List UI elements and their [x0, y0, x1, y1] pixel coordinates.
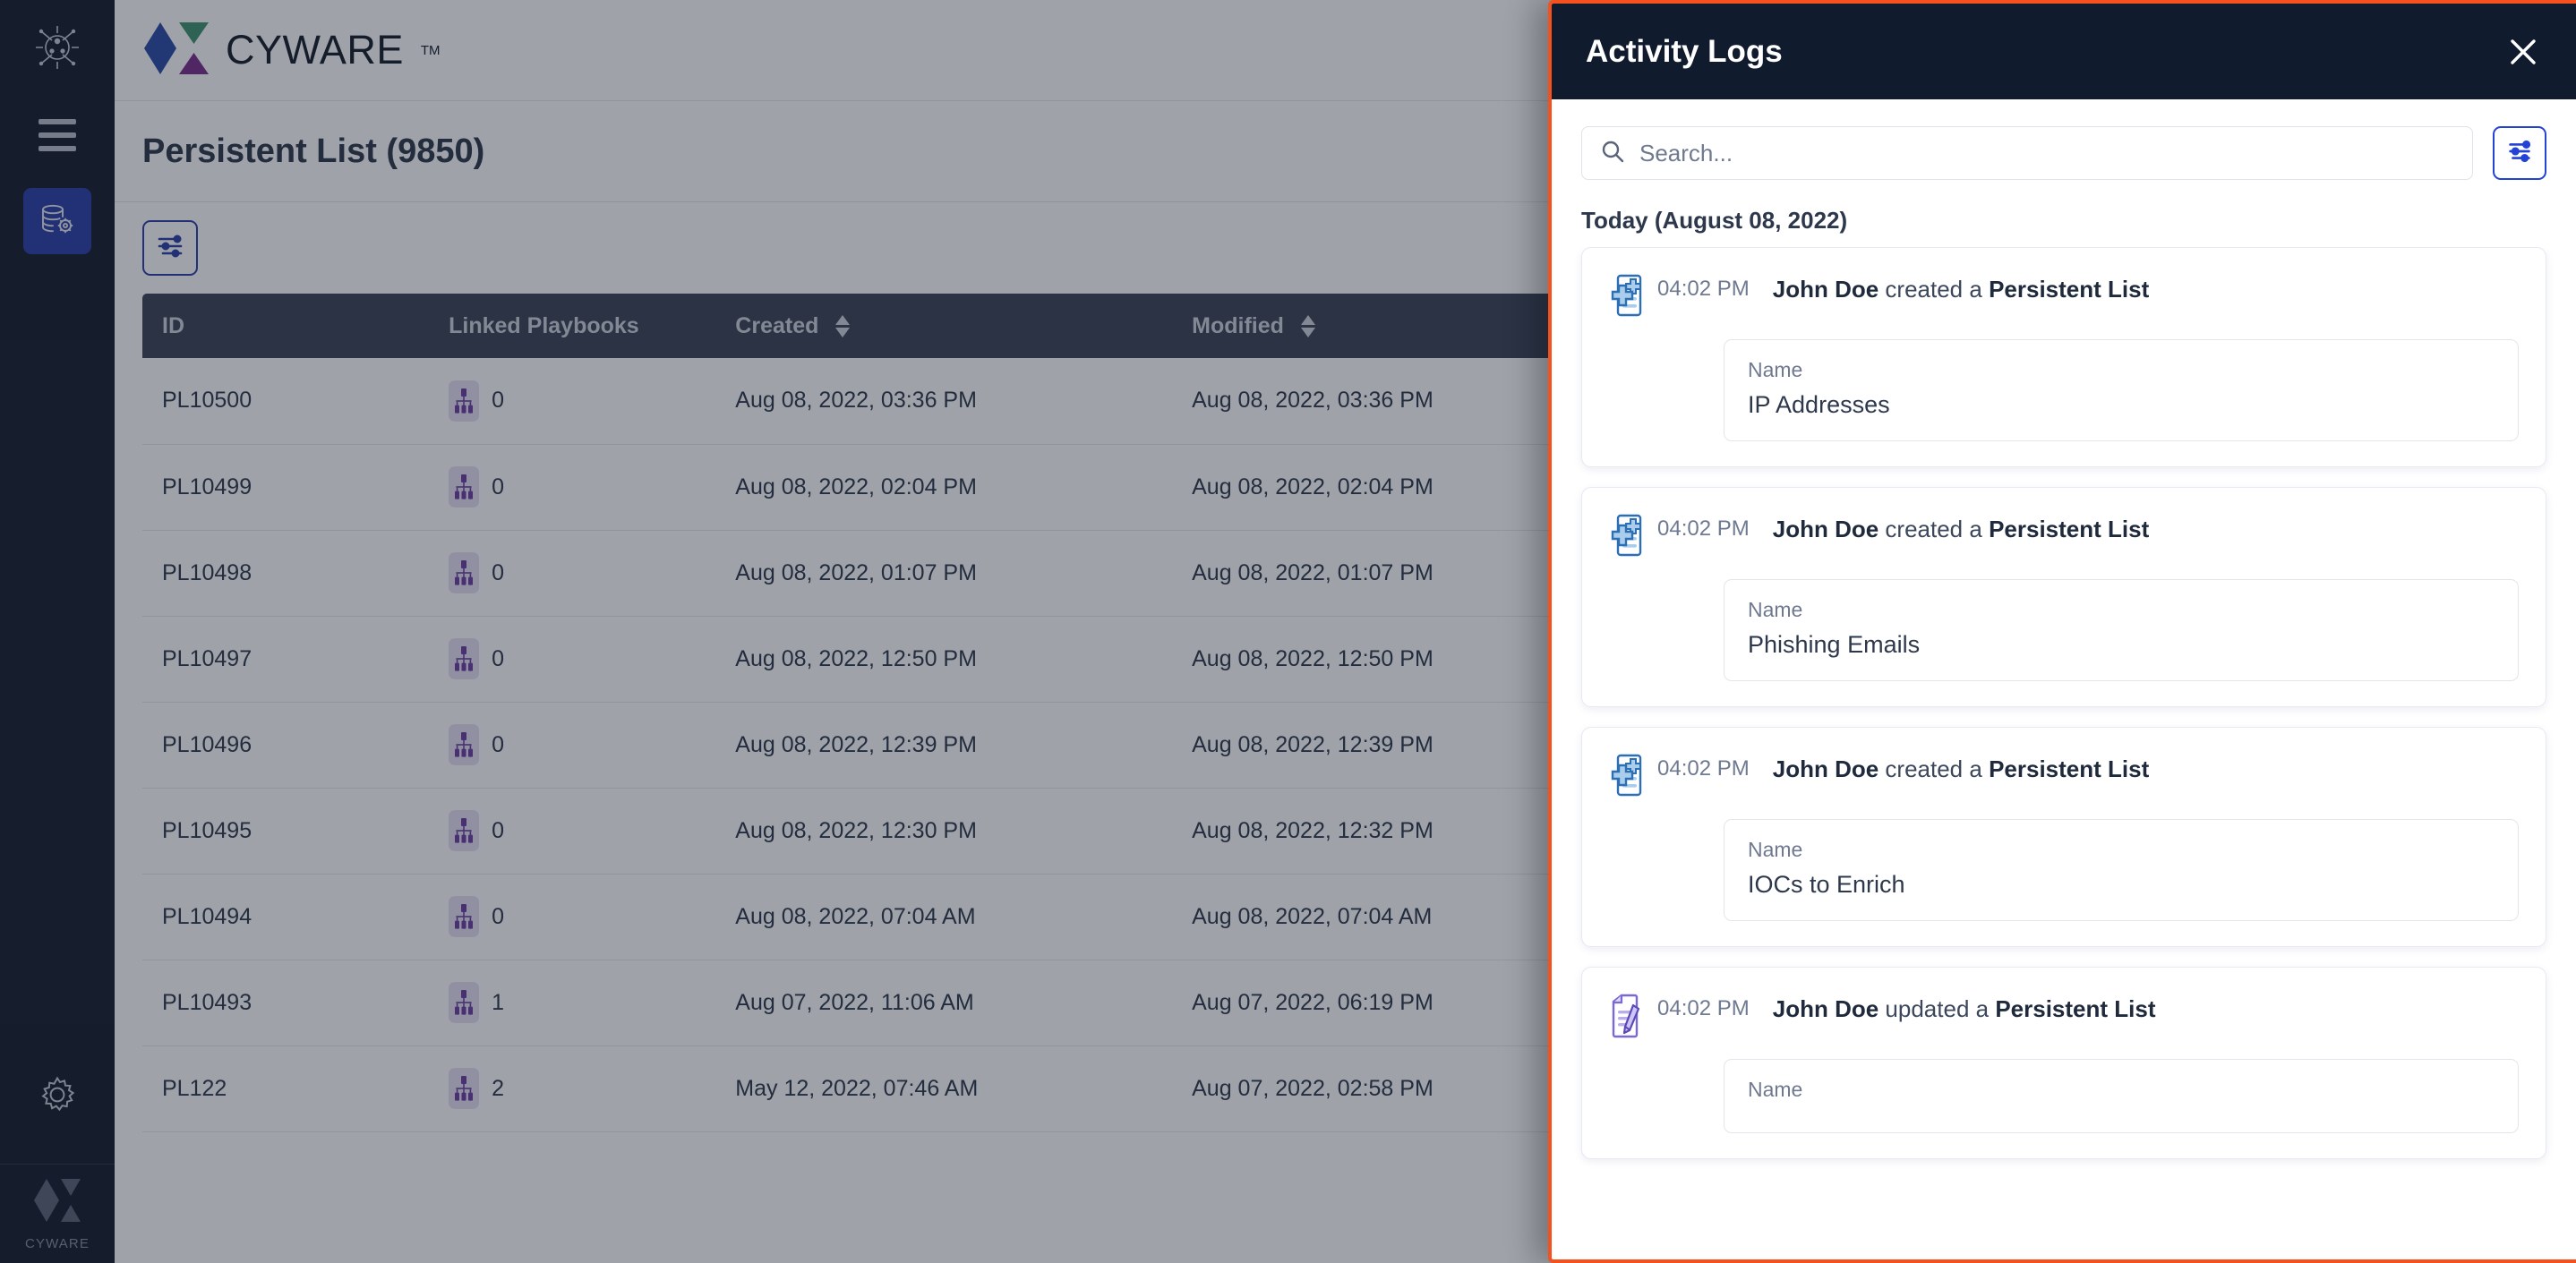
log-verb: created a: [1885, 755, 1981, 782]
log-object: Persistent List: [1989, 276, 2149, 303]
drawer-search-row: [1552, 99, 2576, 180]
activity-logs-drawer: Activity Logs: [1548, 0, 2576, 1263]
log-time: 04:02 PM: [1657, 991, 1750, 1021]
log-row: 04:02 PM John Doe created a Persistent L…: [1605, 511, 2519, 559]
log-time: 04:02 PM: [1657, 751, 1750, 781]
activity-log-card[interactable]: 04:02 PM John Doe updated a Persistent L…: [1581, 967, 2546, 1159]
create-list-icon: [1605, 751, 1657, 799]
log-detail-box: Name IP Addresses: [1724, 339, 2519, 441]
log-detail-value: Phishing Emails: [1748, 631, 2495, 659]
search-box[interactable]: [1581, 126, 2473, 180]
log-detail-box: Name Phishing Emails: [1724, 579, 2519, 681]
log-verb: created a: [1885, 276, 1981, 303]
log-object: Persistent List: [1995, 995, 2155, 1022]
filter-sliders-icon: [2504, 136, 2535, 171]
log-detail-label: Name: [1748, 1078, 2495, 1102]
activity-log-card[interactable]: 04:02 PM John Doe created a Persistent L…: [1581, 487, 2546, 707]
log-row: 04:02 PM John Doe updated a Persistent L…: [1605, 991, 2519, 1039]
close-icon[interactable]: [2501, 30, 2546, 74]
activity-log-card[interactable]: 04:02 PM John Doe created a Persistent L…: [1581, 727, 2546, 947]
log-message: John Doe created a Persistent List: [1773, 751, 2150, 785]
day-group-label: Today (August 08, 2022): [1552, 180, 2576, 247]
log-actor: John Doe: [1773, 276, 1879, 303]
drawer-filter-button[interactable]: [2493, 126, 2546, 180]
search-input[interactable]: [1639, 140, 2454, 167]
search-icon: [1600, 139, 1625, 168]
log-detail-box: Name: [1724, 1059, 2519, 1133]
log-message: John Doe updated a Persistent List: [1773, 991, 2156, 1025]
create-list-icon: [1605, 271, 1657, 320]
log-detail-box: Name IOCs to Enrich: [1724, 819, 2519, 921]
edit-document-icon: [1605, 991, 1657, 1039]
log-detail-label: Name: [1748, 598, 2495, 622]
log-message: John Doe created a Persistent List: [1773, 271, 2150, 305]
log-actor: John Doe: [1773, 995, 1879, 1022]
log-detail-value: IP Addresses: [1748, 391, 2495, 419]
app-root: CYWARE CYWARE TM Persistent List (9850): [0, 0, 2576, 1263]
log-detail-label: Name: [1748, 358, 2495, 382]
log-actor: John Doe: [1773, 755, 1879, 782]
log-object: Persistent List: [1989, 516, 2149, 542]
log-detail-label: Name: [1748, 838, 2495, 862]
log-object: Persistent List: [1989, 755, 2149, 782]
log-time: 04:02 PM: [1657, 511, 1750, 542]
activity-log-list[interactable]: 04:02 PM John Doe created a Persistent L…: [1552, 247, 2576, 1259]
log-actor: John Doe: [1773, 516, 1879, 542]
create-list-icon: [1605, 511, 1657, 559]
drawer-header: Activity Logs: [1552, 4, 2576, 99]
log-message: John Doe created a Persistent List: [1773, 511, 2150, 545]
activity-log-card[interactable]: 04:02 PM John Doe created a Persistent L…: [1581, 247, 2546, 467]
log-time: 04:02 PM: [1657, 271, 1750, 302]
log-verb: updated a: [1885, 995, 1989, 1022]
drawer-title: Activity Logs: [1586, 34, 1783, 70]
log-detail-value: IOCs to Enrich: [1748, 871, 2495, 899]
log-row: 04:02 PM John Doe created a Persistent L…: [1605, 751, 2519, 799]
log-row: 04:02 PM John Doe created a Persistent L…: [1605, 271, 2519, 320]
log-verb: created a: [1885, 516, 1981, 542]
